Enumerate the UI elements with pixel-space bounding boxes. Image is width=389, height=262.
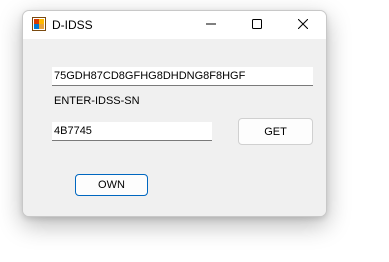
- minimize-button[interactable]: [188, 11, 234, 39]
- maximize-button[interactable]: [234, 11, 280, 39]
- code-field[interactable]: [52, 122, 212, 141]
- own-button[interactable]: OWN: [75, 174, 148, 196]
- serial-number-field[interactable]: [52, 67, 313, 86]
- app-window: D-IDSS ENTER-IDSS-SN GET OWN: [22, 10, 327, 217]
- close-button[interactable]: [280, 11, 326, 39]
- serial-number-label: ENTER-IDSS-SN: [54, 95, 140, 107]
- form-body: ENTER-IDSS-SN GET OWN: [23, 39, 326, 216]
- get-button[interactable]: GET: [238, 118, 313, 145]
- title-bar[interactable]: D-IDSS: [23, 11, 326, 39]
- maximize-icon: [252, 16, 262, 34]
- window-title: D-IDSS: [52, 18, 93, 32]
- minimize-icon: [206, 16, 216, 34]
- close-icon: [297, 16, 309, 34]
- app-icon: [32, 17, 46, 31]
